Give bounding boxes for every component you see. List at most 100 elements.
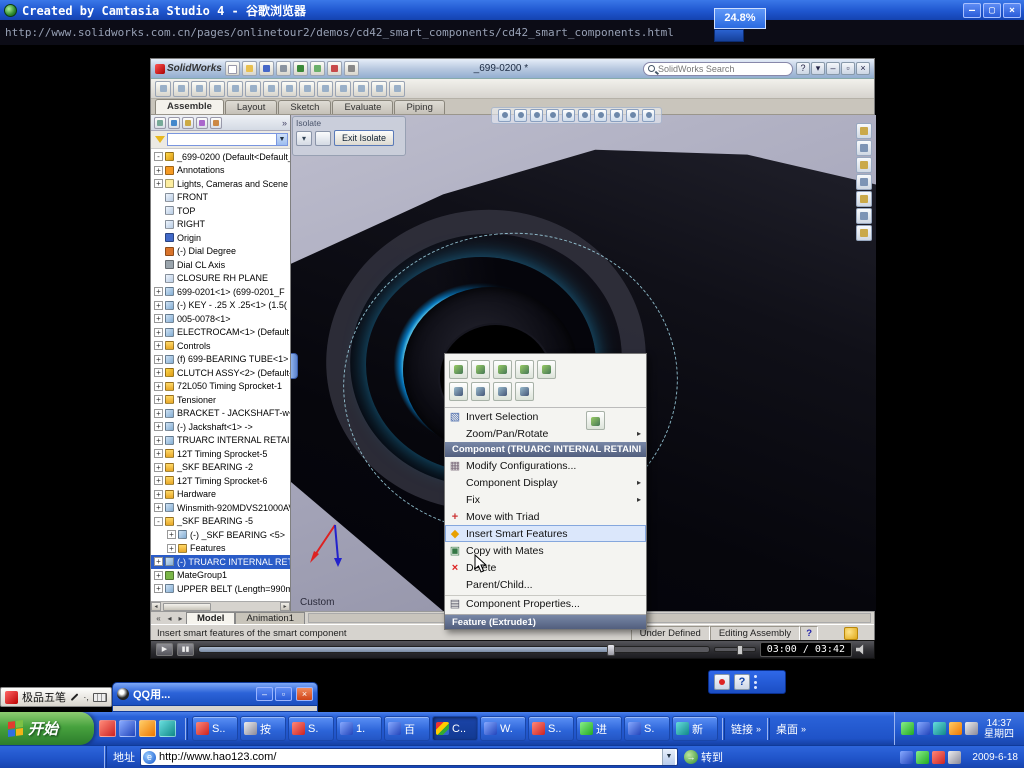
- ime-logo-icon[interactable]: [5, 691, 18, 704]
- tree-item[interactable]: + 699-0201<1> (699-0201_F: [151, 285, 290, 299]
- bottom-tab[interactable]: Model: [186, 612, 235, 624]
- right-toolbar-icon[interactable]: [856, 140, 872, 156]
- right-toolbar-icon[interactable]: [856, 208, 872, 224]
- tree-item[interactable]: + (-) KEY - .25 X .25<1> (1.5(: [151, 299, 290, 313]
- tree-item[interactable]: Origin: [151, 231, 290, 245]
- quick-launch-icon[interactable]: [139, 720, 156, 737]
- window-control-button[interactable]: –: [826, 62, 840, 75]
- tree-item[interactable]: + Annotations: [151, 164, 290, 178]
- tree-item[interactable]: Dial CL Axis: [151, 258, 290, 272]
- volume-slider[interactable]: [714, 647, 756, 652]
- view-toolbar-icon[interactable]: [594, 109, 607, 122]
- window-control-button[interactable]: ?: [796, 62, 810, 75]
- toolbar-icon[interactable]: [259, 61, 274, 76]
- toolbar-icon[interactable]: [242, 61, 257, 76]
- tree-expand-toggle[interactable]: +: [154, 382, 163, 391]
- video-progress-bar[interactable]: [198, 646, 710, 653]
- context-menu-icon[interactable]: [449, 360, 468, 379]
- chevron-down-icon[interactable]: ▼: [276, 134, 287, 145]
- tree-expand-toggle[interactable]: +: [154, 287, 163, 296]
- tree-item[interactable]: CLOSURE RH PLANE: [151, 272, 290, 286]
- tree-item[interactable]: + Lights, Cameras and Scene: [151, 177, 290, 191]
- tab-nav-button[interactable]: ▸: [175, 614, 186, 623]
- bottom-tab[interactable]: Animation1: [235, 612, 305, 624]
- toolbar-icon[interactable]: [389, 81, 405, 97]
- toolbar-icon[interactable]: [227, 81, 243, 97]
- quick-launch-icon[interactable]: [119, 720, 136, 737]
- panel-tab-icon[interactable]: [196, 117, 208, 129]
- tree-expand-toggle[interactable]: +: [154, 463, 163, 472]
- view-toolbar-icon[interactable]: [514, 109, 527, 122]
- ime-pen-icon[interactable]: [71, 693, 79, 701]
- tree-item[interactable]: + _SKF BEARING -2: [151, 461, 290, 475]
- tree-expand-toggle[interactable]: [154, 193, 163, 202]
- taskbar-app-button[interactable]: 1.: [336, 716, 382, 741]
- toolbar-grip[interactable]: [185, 718, 188, 740]
- tree-item[interactable]: - _SKF BEARING -5: [151, 515, 290, 529]
- toolbar-icon[interactable]: [225, 61, 240, 76]
- tree-item[interactable]: + (-) _SKF BEARING <5>: [151, 528, 290, 542]
- exit-isolate-button[interactable]: Exit Isolate: [334, 130, 394, 146]
- command-tab[interactable]: Layout: [225, 100, 278, 114]
- status-help-button[interactable]: ?: [800, 626, 818, 641]
- tree-item[interactable]: + 12T Timing Sprocket-5: [151, 447, 290, 461]
- qq-titlebar[interactable]: QQ用... –▫ ×: [112, 682, 318, 706]
- panel-splitter-handle[interactable]: [291, 353, 298, 379]
- toolbar-icon[interactable]: [327, 61, 342, 76]
- tree-item[interactable]: + 005-0078<1>: [151, 312, 290, 326]
- tree-expand-toggle[interactable]: [154, 220, 163, 229]
- context-menu-item[interactable]: Insert Smart Features: [445, 525, 646, 542]
- scrollbar-thumb[interactable]: [163, 603, 211, 611]
- toolbar-grip[interactable]: [104, 746, 107, 768]
- tray-icon[interactable]: [965, 722, 978, 735]
- tray-icon[interactable]: [949, 722, 962, 735]
- context-menu-item[interactable]: Move with Triad: [445, 508, 646, 525]
- tab-nav-button[interactable]: ◂: [164, 614, 175, 623]
- filter-combobox[interactable]: ▼: [167, 133, 288, 146]
- qq-close-button[interactable]: ×: [296, 687, 313, 701]
- context-menu-icon[interactable]: [493, 382, 512, 401]
- context-menu-icon[interactable]: [586, 411, 605, 430]
- tree-expand-toggle[interactable]: +: [167, 530, 176, 539]
- tray-icon[interactable]: [933, 722, 946, 735]
- toolbar-icon[interactable]: [276, 61, 291, 76]
- toolbar-grip[interactable]: [767, 718, 770, 740]
- right-toolbar-icon[interactable]: [856, 174, 872, 190]
- toolbar-icon[interactable]: [173, 81, 189, 97]
- tree-item[interactable]: + 12T Timing Sprocket-6: [151, 474, 290, 488]
- tree-item[interactable]: - _699-0200 (Default<Default_A: [151, 150, 290, 164]
- tree-item[interactable]: + Features: [151, 542, 290, 556]
- search-input[interactable]: [658, 64, 788, 74]
- tree-expand-toggle[interactable]: +: [154, 584, 163, 593]
- browser-window-button[interactable]: ▢: [983, 3, 1001, 18]
- tree-expand-toggle[interactable]: +: [154, 449, 163, 458]
- context-menu-item[interactable]: Zoom/Pan/Rotate ▸: [445, 425, 646, 442]
- video-progress-thumb[interactable]: [607, 644, 615, 656]
- right-toolbar-icon[interactable]: [856, 157, 872, 173]
- address-input[interactable]: [159, 751, 659, 763]
- toolbar-icon[interactable]: [281, 81, 297, 97]
- context-menu-item[interactable]: Modify Configurations...: [445, 457, 646, 474]
- taskbar-app-button[interactable]: 新: [672, 716, 718, 741]
- pause-button[interactable]: ▮▮: [177, 643, 194, 656]
- view-toolbar-icon[interactable]: [578, 109, 591, 122]
- tree-item[interactable]: FRONT: [151, 191, 290, 205]
- command-tab[interactable]: Sketch: [278, 100, 331, 114]
- scroll-left-arrow[interactable]: ◂: [151, 602, 161, 611]
- tree-expand-toggle[interactable]: +: [154, 341, 163, 350]
- tree-item[interactable]: + CLUTCH ASSY<2> (Default-: [151, 366, 290, 380]
- toolbar-icon[interactable]: [293, 61, 308, 76]
- tree-item[interactable]: TOP: [151, 204, 290, 218]
- panel-tab-icon[interactable]: [182, 117, 194, 129]
- tree-expand-toggle[interactable]: +: [154, 179, 163, 188]
- window-control-button[interactable]: ▾: [811, 62, 825, 75]
- context-menu-item[interactable]: Feature (Extrude1): [445, 614, 646, 629]
- taskbar-app-button[interactable]: S.: [288, 716, 334, 741]
- toolbar-icon[interactable]: [335, 81, 351, 97]
- context-menu-icon[interactable]: [537, 360, 556, 379]
- tree-item[interactable]: + Winsmith-920MDVS21000AV: [151, 501, 290, 515]
- speaker-icon[interactable]: [856, 644, 869, 656]
- context-menu-item[interactable]: Component Properties...: [445, 595, 646, 612]
- record-icon[interactable]: [714, 674, 730, 690]
- taskbar-app-button[interactable]: W.: [480, 716, 526, 741]
